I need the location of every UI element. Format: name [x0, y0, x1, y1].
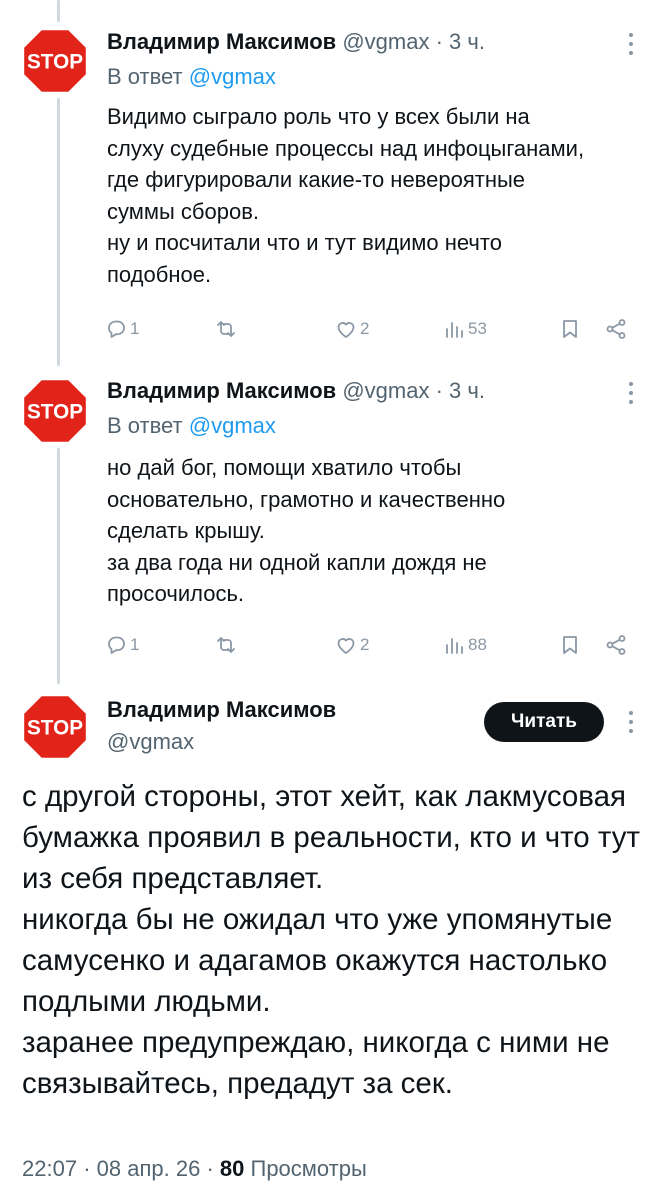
like-icon	[337, 322, 355, 338]
bookmark-icon	[563, 636, 577, 654]
avatar[interactable]: STOP	[20, 26, 90, 96]
stop-sign-icon: STOP	[21, 377, 89, 445]
share-icon	[606, 319, 626, 339]
avatar-text: STOP	[27, 49, 83, 74]
tweet-date[interactable]: 08 апр. 26	[97, 1156, 201, 1181]
author-handle[interactable]: @vgmax	[107, 729, 194, 755]
author-handle[interactable]: @vgmax	[342, 378, 429, 403]
author-handle[interactable]: @vgmax	[342, 29, 429, 54]
reply-to: В ответ @vgmax	[107, 413, 276, 439]
reply-count: 1	[130, 635, 140, 654]
views-button[interactable]: 88	[442, 630, 487, 660]
share-button[interactable]	[604, 314, 628, 344]
views-label: Просмотры	[250, 1156, 367, 1181]
avatar[interactable]: STOP	[20, 376, 90, 446]
reply-prefix: В ответ	[107, 413, 183, 438]
views-count: 80	[219, 1156, 245, 1181]
tweet-reply-1[interactable]: STOP Владимир Максимов @vgmax · 3 ч. В о…	[0, 0, 664, 370]
views-button[interactable]: 53	[442, 314, 487, 344]
tweet-header: Владимир Максимов @vgmax · 3 ч.	[107, 29, 604, 55]
separator: ·	[206, 1156, 214, 1181]
follow-button[interactable]: Читать	[484, 702, 604, 742]
retweet-icon	[217, 637, 235, 653]
reply-mention-link[interactable]: @vgmax	[189, 413, 276, 438]
tweet-text: Видимо сыграло роль что у всех были на с…	[107, 104, 585, 287]
avatar[interactable]: STOP	[20, 692, 90, 762]
separator: ·	[435, 378, 443, 403]
views-count: 53	[468, 319, 487, 338]
like-count: 2	[360, 319, 370, 338]
more-icon[interactable]	[626, 31, 636, 57]
stop-sign-icon: STOP	[21, 27, 89, 95]
like-button[interactable]: 2	[334, 630, 369, 660]
tweet-actions: 1 2 53	[104, 314, 636, 344]
avatar-text: STOP	[27, 715, 83, 740]
retweet-button[interactable]	[214, 314, 238, 344]
more-icon[interactable]	[626, 380, 636, 406]
author-name[interactable]: Владимир Максимов	[107, 378, 336, 403]
views-icon	[446, 322, 463, 338]
retweet-icon	[217, 321, 235, 337]
timestamp[interactable]: 3 ч.	[449, 378, 485, 403]
tweet-reply-2[interactable]: STOP Владимир Максимов @vgmax · 3 ч. В о…	[0, 370, 664, 680]
like-button[interactable]: 2	[334, 314, 369, 344]
reply-mention-link[interactable]: @vgmax	[189, 64, 276, 89]
tweet-header: Владимир Максимов @vgmax · 3 ч.	[107, 378, 604, 404]
separator: ·	[83, 1156, 91, 1181]
views-count: 88	[468, 635, 487, 654]
tweet-time[interactable]: 22:07	[22, 1156, 77, 1181]
author-name[interactable]: Владимир Максимов	[107, 697, 336, 723]
tweet-text: но дай бог, помощи хватило чтобы основат…	[107, 455, 506, 606]
reply-icon	[108, 320, 125, 338]
stop-sign-icon: STOP	[21, 693, 89, 761]
tweet-text: с другой стороны, этот хейт, как лакмусо…	[22, 780, 641, 1100]
reply-button[interactable]: 1	[104, 630, 139, 660]
views-icon	[446, 638, 463, 654]
tweet-actions: 1 2 88	[104, 630, 636, 660]
separator: ·	[435, 29, 443, 54]
reply-count: 1	[130, 319, 140, 338]
author-name[interactable]: Владимир Максимов	[107, 29, 336, 54]
bookmark-button[interactable]	[558, 314, 582, 344]
tweet-meta: 22:07 · 08 апр. 26 · 80 Просмотры	[22, 1155, 367, 1183]
reply-icon	[108, 636, 125, 654]
avatar-text: STOP	[27, 399, 83, 424]
more-icon[interactable]	[626, 709, 636, 735]
reply-prefix: В ответ	[107, 64, 183, 89]
timestamp[interactable]: 3 ч.	[449, 29, 485, 54]
share-icon	[606, 635, 626, 655]
share-button[interactable]	[604, 630, 628, 660]
reply-to: В ответ @vgmax	[107, 64, 276, 90]
bookmark-icon	[563, 320, 577, 338]
retweet-button[interactable]	[214, 630, 238, 660]
like-count: 2	[360, 635, 370, 654]
bookmark-button[interactable]	[558, 630, 582, 660]
reply-button[interactable]: 1	[104, 314, 139, 344]
like-icon	[337, 638, 355, 654]
